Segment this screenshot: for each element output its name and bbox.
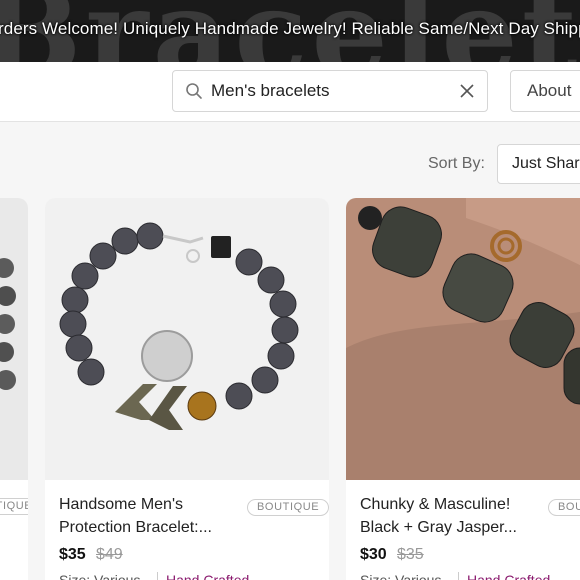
listing-card[interactable]: Handsome Men's Protection Bracelet:... B… — [45, 198, 329, 580]
boutique-badge: BOUTIQUE — [548, 499, 580, 516]
search-icon — [186, 83, 202, 99]
shop-banner: Bracelets rders Welcome! Uniquely Handma… — [0, 0, 580, 62]
listing-tag[interactable]: Hand Crafted — [157, 572, 249, 580]
listing-title[interactable]: Chunky & Masculine! — [360, 493, 510, 516]
listing-price: $35 — [59, 546, 86, 563]
banner-text: rders Welcome! Uniquely Handmade Jewelry… — [0, 19, 580, 38]
listing-title[interactable]: Handsome Men's — [59, 493, 183, 516]
listing-photo — [45, 198, 329, 480]
search-input[interactable] — [211, 71, 441, 111]
listing-photo — [346, 198, 580, 480]
listing-price: $30 — [360, 546, 387, 563]
listing-title-line2[interactable]: Black + Gray Jasper... — [360, 516, 517, 539]
sort-select[interactable]: Just Shared — [497, 144, 580, 184]
listing-size: Size: Various — [360, 572, 442, 580]
listing-title-line2[interactable]: Protection Bracelet:... — [59, 516, 212, 539]
listing-size: Size: Various — [59, 572, 141, 580]
search-box[interactable] — [172, 70, 488, 112]
boutique-badge: BOUTIQUE — [247, 499, 329, 516]
original-price: $35 — [397, 546, 424, 563]
search-bar: About — [0, 62, 580, 122]
sort-label: Sort By: — [428, 155, 485, 172]
listing-card[interactable]: BOUTIQUE — [0, 198, 28, 580]
listing-tag[interactable]: Hand Crafted — [458, 572, 550, 580]
about-button[interactable]: About — [510, 70, 580, 112]
listing-photo — [0, 198, 28, 480]
original-price: $49 — [96, 546, 123, 563]
boutique-badge: BOUTIQUE — [0, 498, 28, 515]
close-icon[interactable] — [459, 83, 475, 99]
listing-card[interactable]: Chunky & Masculine! Black + Gray Jasper.… — [346, 198, 580, 580]
